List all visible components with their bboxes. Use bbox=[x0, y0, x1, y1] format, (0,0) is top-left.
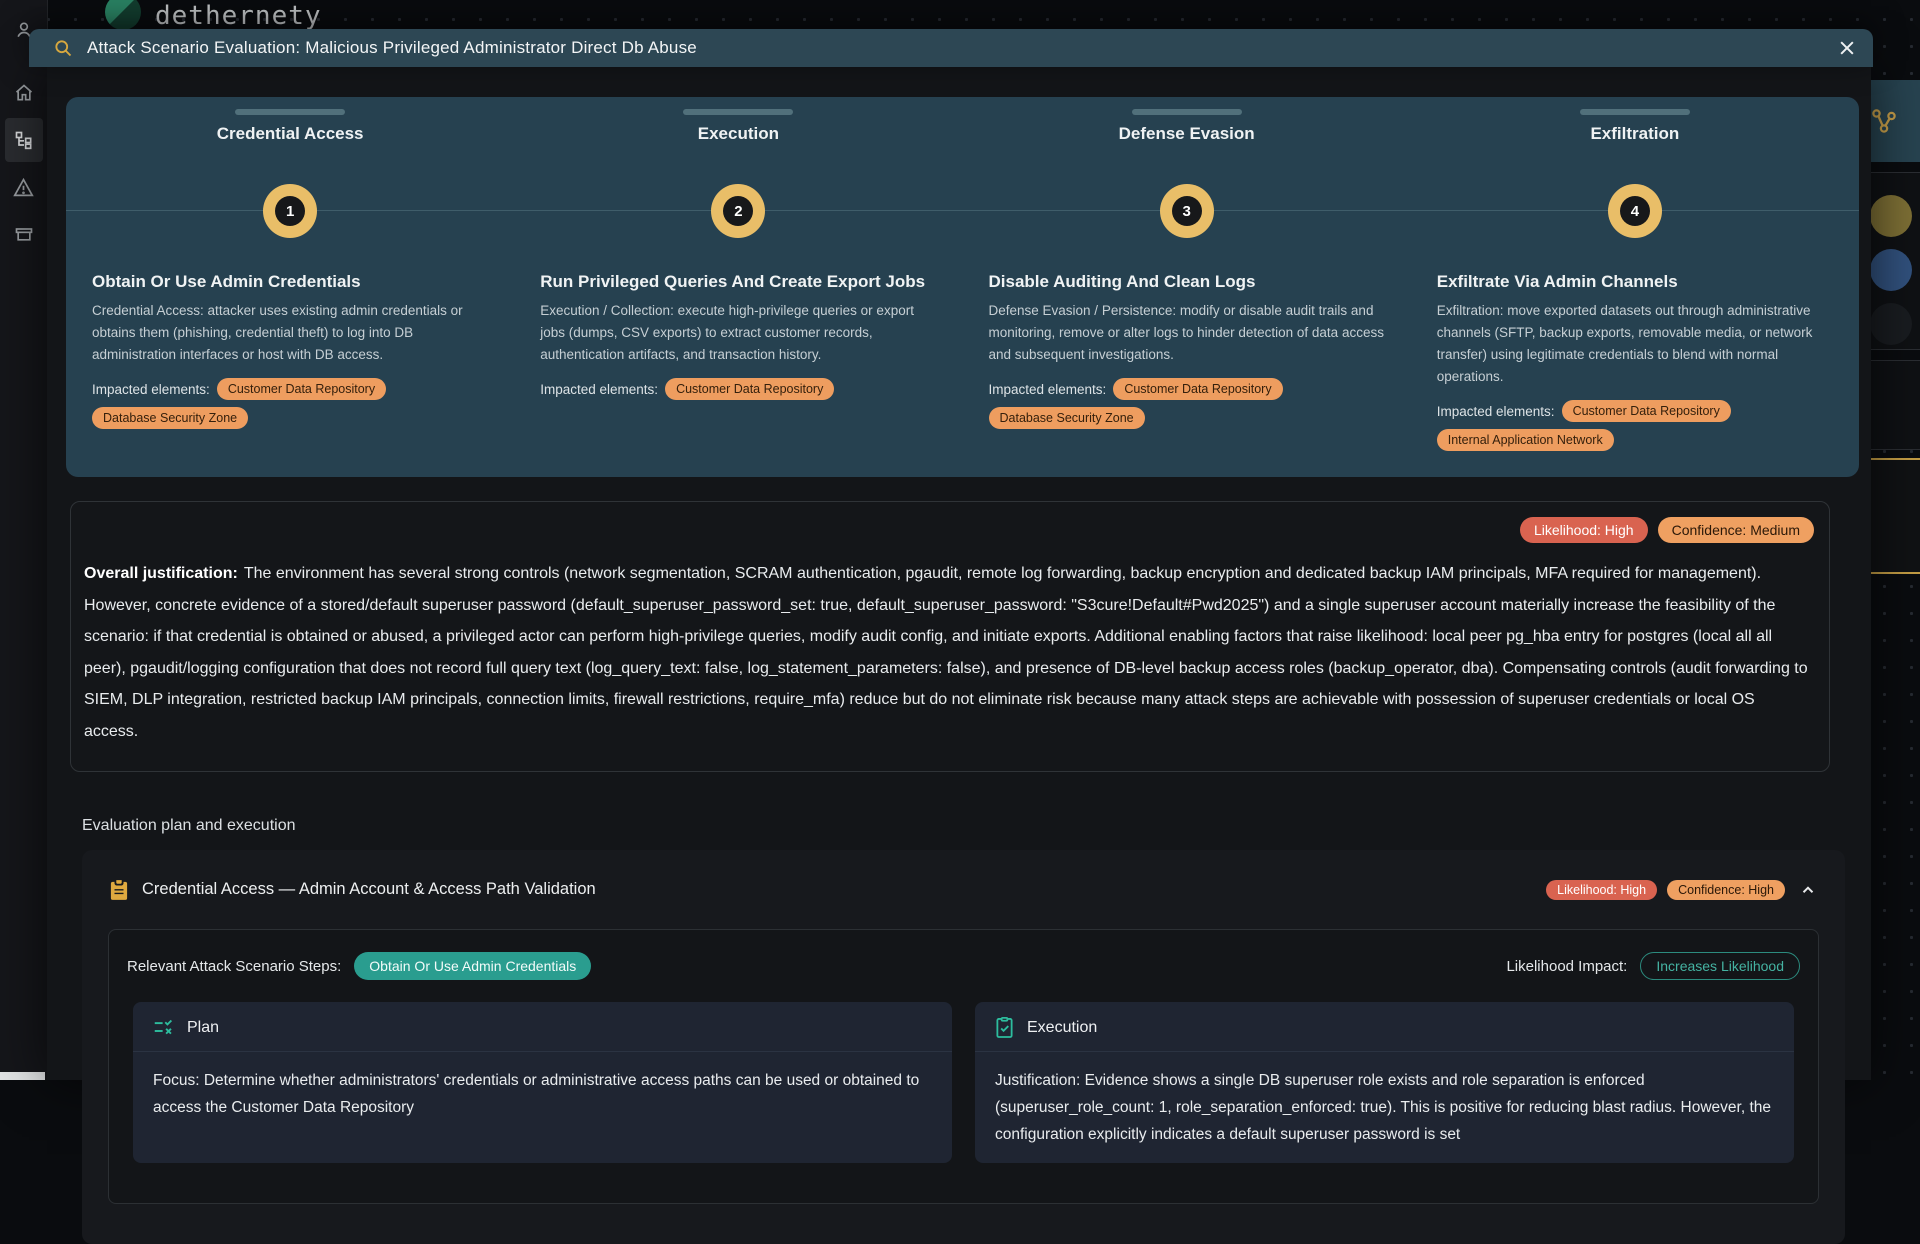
likelihood-badge: Likelihood: High bbox=[1520, 517, 1648, 543]
evaluation-panel: Credential Access — Admin Account & Acce… bbox=[82, 850, 1845, 1244]
likelihood-impact-label: Likelihood Impact: bbox=[1506, 958, 1627, 975]
sidebar-item-alerts[interactable] bbox=[0, 177, 47, 198]
evaluation-detail-box: Relevant Attack Scenario Steps: Obtain O… bbox=[108, 929, 1819, 1204]
step-title: Disable Auditing And Clean Logs bbox=[989, 272, 1385, 292]
git-branch-icon bbox=[1869, 106, 1899, 136]
logo-text: dethernety bbox=[155, 1, 322, 31]
impacted-elements-label: Impacted elements: bbox=[989, 382, 1107, 397]
likelihood-impact-value: Increases Likelihood bbox=[1640, 952, 1800, 980]
impacted-tag[interactable]: Customer Data Repository bbox=[1562, 400, 1731, 422]
impacted-elements-label: Impacted elements: bbox=[1437, 404, 1555, 419]
step-number-badge: 4 bbox=[1608, 184, 1662, 238]
impacted-tag[interactable]: Customer Data Repository bbox=[217, 378, 386, 400]
impacted-tag[interactable]: Internal Application Network bbox=[1437, 429, 1614, 451]
plan-card-body: Focus: Determine whether administrators'… bbox=[133, 1052, 952, 1136]
clipboard-icon bbox=[110, 880, 128, 900]
chevron-up-icon[interactable] bbox=[1799, 881, 1817, 899]
impacted-elements-label: Impacted elements: bbox=[540, 382, 658, 397]
overall-justification-card: Likelihood: High Confidence: Medium Over… bbox=[70, 501, 1830, 772]
phase-title: Credential Access bbox=[92, 124, 488, 144]
left-sidebar bbox=[0, 0, 48, 1080]
evaluation-panel-header[interactable]: Credential Access — Admin Account & Acce… bbox=[82, 850, 1845, 929]
rule-checklist-icon bbox=[153, 1017, 174, 1038]
attack-step-column: Exfiltrate Via Admin Channels Exfiltrati… bbox=[1411, 238, 1859, 451]
step-number-badge: 3 bbox=[1160, 184, 1214, 238]
execution-card-body: Justification: Evidence shows a single D… bbox=[975, 1052, 1794, 1163]
evaluation-section-title: Evaluation plan and execution bbox=[82, 817, 1871, 835]
phase-accent-bar bbox=[235, 109, 345, 115]
phase-accent-bar bbox=[1580, 109, 1690, 115]
step-description: Defense Evasion / Persistence: modify or… bbox=[989, 300, 1385, 366]
panel-likelihood-badge: Likelihood: High bbox=[1546, 880, 1657, 900]
modal-header: Attack Scenario Evaluation: Malicious Pr… bbox=[29, 29, 1873, 67]
plan-card: Plan Focus: Determine whether administra… bbox=[133, 1002, 952, 1163]
logo-mark-icon bbox=[105, 0, 141, 30]
relevant-step-tag[interactable]: Obtain Or Use Admin Credentials bbox=[354, 952, 591, 980]
search-icon bbox=[53, 38, 73, 58]
phase-accent-bar bbox=[1132, 109, 1242, 115]
panel-confidence-badge: Confidence: High bbox=[1667, 880, 1785, 900]
clipboard-check-icon bbox=[995, 1017, 1014, 1038]
sidebar-item-home[interactable] bbox=[0, 83, 47, 103]
relevant-steps-label: Relevant Attack Scenario Steps: bbox=[127, 958, 341, 975]
home-icon bbox=[14, 83, 34, 103]
attack-step-column: Run Privileged Queries And Create Export… bbox=[514, 238, 962, 451]
phase-title: Execution bbox=[540, 124, 936, 144]
impacted-tag[interactable]: Customer Data Repository bbox=[665, 378, 834, 400]
sidebar-item-archive[interactable] bbox=[0, 224, 47, 244]
evaluation-panel-title: Credential Access — Admin Account & Acce… bbox=[142, 880, 596, 899]
step-number-badge: 2 bbox=[711, 184, 765, 238]
modal-title: Attack Scenario Evaluation: Malicious Pr… bbox=[87, 38, 697, 58]
step-number-badge: 1 bbox=[263, 184, 317, 238]
impacted-elements-label: Impacted elements: bbox=[92, 382, 210, 397]
archive-box-icon bbox=[14, 224, 34, 244]
impacted-tag[interactable]: Database Security Zone bbox=[92, 407, 248, 429]
scrollbar-fragment[interactable] bbox=[0, 1072, 45, 1080]
hierarchy-icon bbox=[14, 130, 34, 150]
attack-step-column: Obtain Or Use Admin Credentials Credenti… bbox=[66, 238, 514, 451]
node-circle-blue bbox=[1870, 249, 1912, 291]
overall-justification-text: Overall justification:The environment ha… bbox=[84, 558, 1809, 747]
step-title: Run Privileged Queries And Create Export… bbox=[540, 272, 936, 292]
impacted-tag[interactable]: Customer Data Repository bbox=[1113, 378, 1282, 400]
step-description: Credential Access: attacker uses existin… bbox=[92, 300, 488, 366]
execution-card: Execution Justification: Evidence shows … bbox=[975, 1002, 1794, 1163]
alert-triangle-icon bbox=[13, 177, 34, 198]
execution-card-title: Execution bbox=[1027, 1019, 1097, 1037]
plan-card-title: Plan bbox=[187, 1019, 219, 1037]
impacted-tag[interactable]: Database Security Zone bbox=[989, 407, 1145, 429]
close-icon[interactable] bbox=[1837, 38, 1857, 58]
attack-steps-card: Credential Access Execution Defense Evas… bbox=[66, 97, 1859, 477]
phase-accent-bar bbox=[683, 109, 793, 115]
step-description: Exfiltration: move exported datasets out… bbox=[1437, 300, 1833, 388]
sidebar-item-hierarchy[interactable] bbox=[0, 130, 47, 150]
modal-body: Credential Access Execution Defense Evas… bbox=[47, 67, 1871, 1080]
app-logo: dethernety bbox=[0, 0, 900, 29]
attack-step-column: Disable Auditing And Clean Logs Defense … bbox=[963, 238, 1411, 451]
phase-title: Exfiltration bbox=[1437, 124, 1833, 144]
node-circle-dark bbox=[1870, 303, 1912, 345]
phase-title: Defense Evasion bbox=[989, 124, 1385, 144]
node-circle-gold bbox=[1870, 195, 1912, 237]
overall-justification-label: Overall justification: bbox=[84, 565, 244, 582]
step-description: Execution / Collection: execute high-pri… bbox=[540, 300, 936, 366]
confidence-badge: Confidence: Medium bbox=[1658, 517, 1814, 543]
step-title: Exfiltrate Via Admin Channels bbox=[1437, 272, 1833, 292]
step-title: Obtain Or Use Admin Credentials bbox=[92, 272, 488, 292]
